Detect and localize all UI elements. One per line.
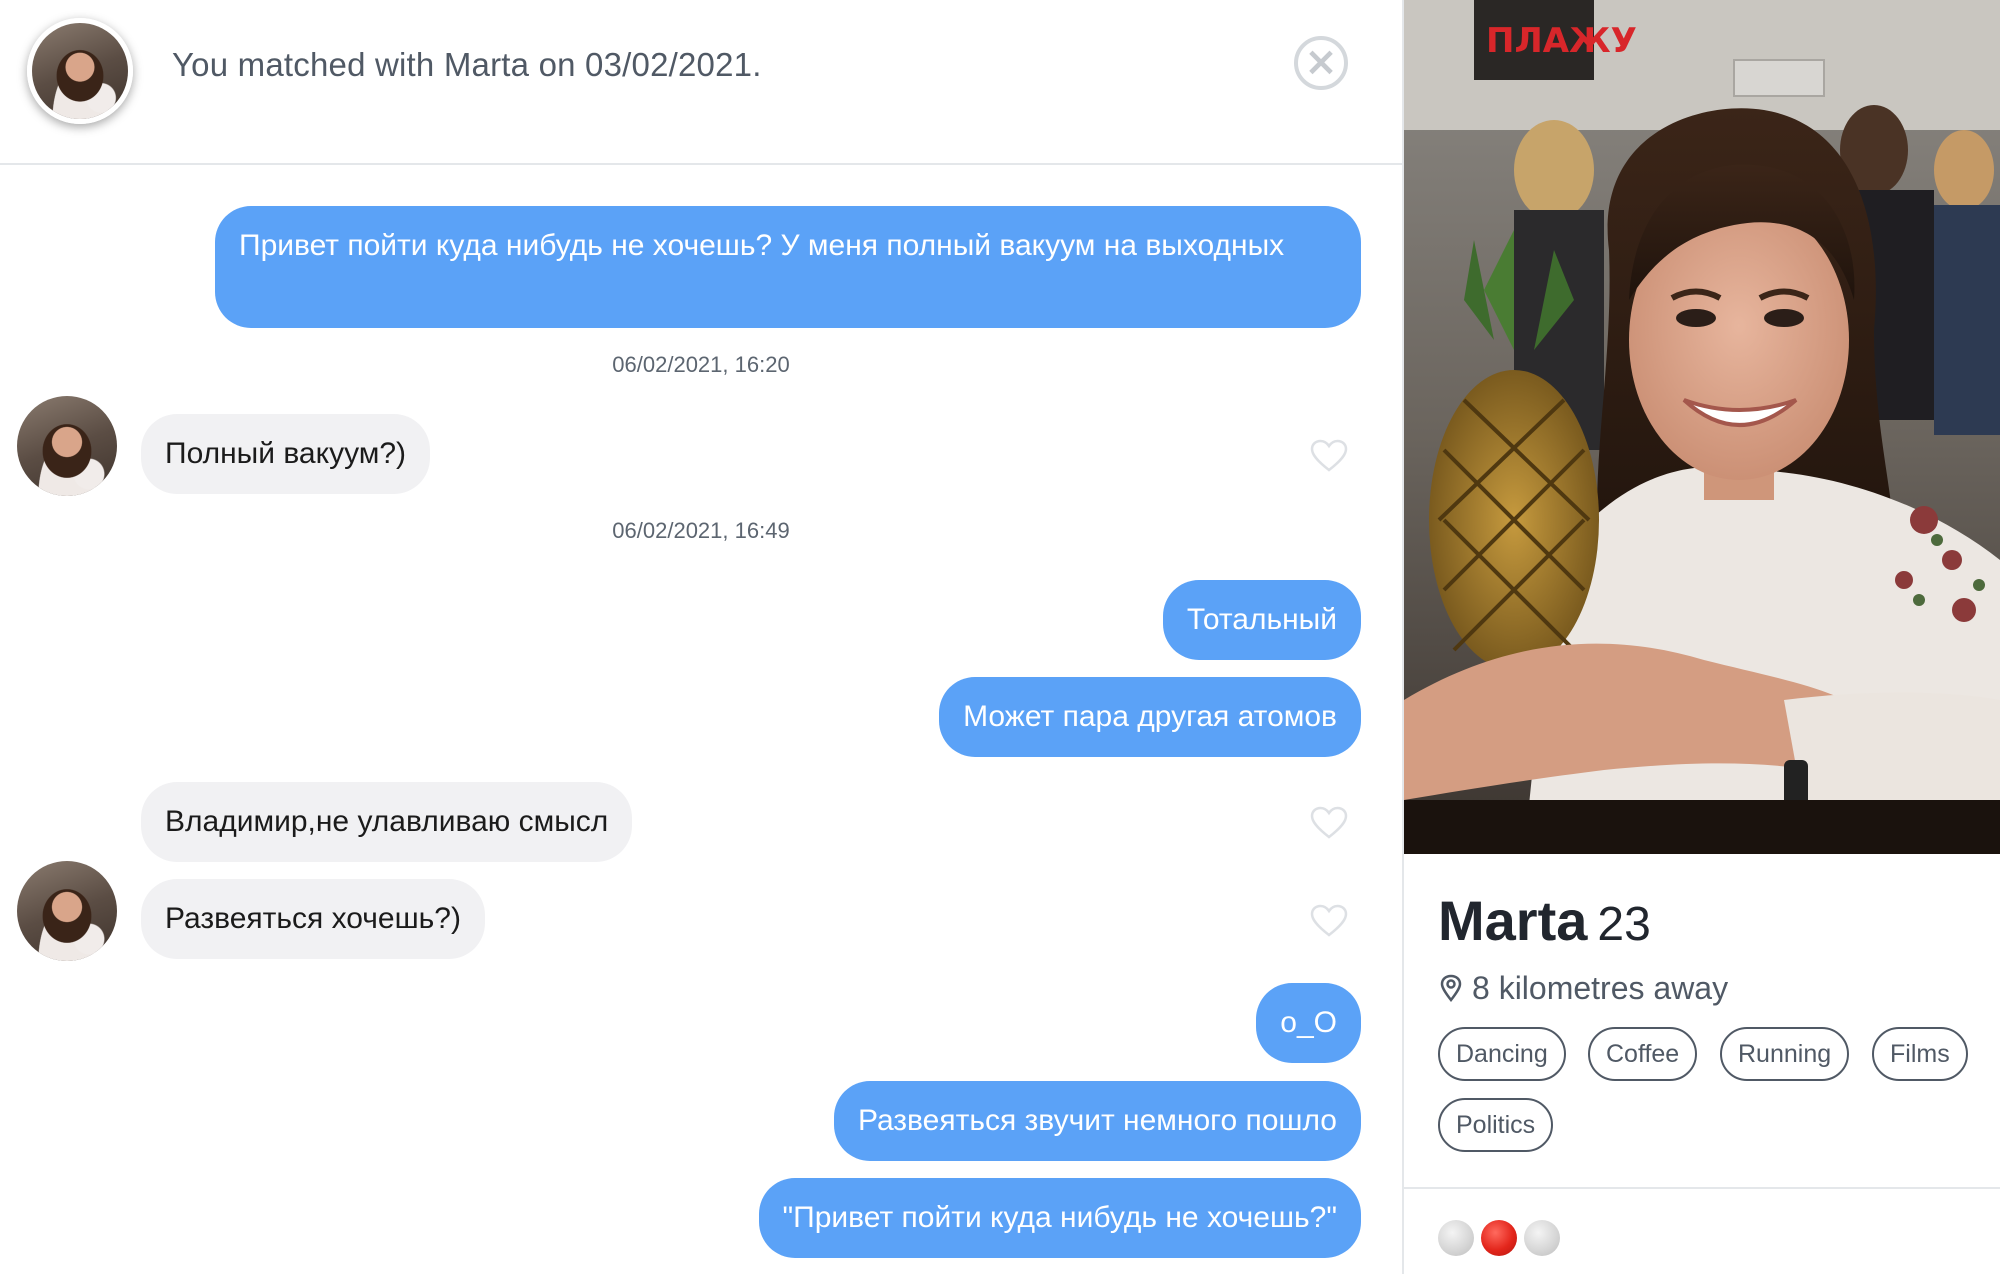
divider xyxy=(1404,1187,2000,1189)
distance-text: 8 kilometres away xyxy=(1472,970,1729,1006)
message-bubble-incoming[interactable]: Полный вакуум?) xyxy=(141,414,431,494)
message-timestamp: 06/02/2021, 16:49 xyxy=(612,518,790,543)
interest-tag-dancing: Dancing xyxy=(1438,1027,1566,1081)
match-avatar-small[interactable] xyxy=(17,861,117,961)
profile-photo-image: ПЛАЖУ xyxy=(1404,0,2000,854)
photo-pager-dot-active[interactable] xyxy=(1481,1220,1517,1256)
message-bubble-incoming[interactable]: Владимир,не улавливаю смысл xyxy=(141,782,633,862)
like-heart-icon[interactable] xyxy=(1310,806,1348,840)
close-icon[interactable]: × xyxy=(1294,36,1348,90)
profile-age: 23 xyxy=(1597,898,1651,951)
message-text: Развеяться хочешь?) xyxy=(165,902,461,935)
message-text: "Привет пойти куда нибудь не хочешь?" xyxy=(782,1201,1337,1234)
interest-tag-politics: Politics xyxy=(1438,1098,1554,1152)
avatar-photo xyxy=(17,861,117,961)
message-text: Развеяться звучит немного пошло xyxy=(857,1104,1337,1137)
interest-tag-coffee: Coffee xyxy=(1588,1027,1698,1081)
chat-panel: You matched with Marta on 03/02/2021. × … xyxy=(0,0,1402,1274)
photo-pager-dot[interactable] xyxy=(1438,1220,1474,1256)
like-heart-icon[interactable] xyxy=(1310,904,1348,938)
message-bubble-outgoing[interactable]: Тотальный xyxy=(1162,580,1361,660)
message-bubble-incoming[interactable]: Развеяться хочешь?) xyxy=(141,879,485,959)
message-text: Может пара другая атомов xyxy=(963,700,1337,733)
message-bubble-outgoing[interactable]: Привет пойти куда нибудь не хочешь? У ме… xyxy=(215,206,1361,328)
profile-photo[interactable]: ПЛАЖУ xyxy=(1404,0,2000,854)
message-bubble-outgoing[interactable]: Может пара другая атомов xyxy=(939,677,1361,757)
message-bubble-outgoing[interactable]: Развеяться звучит немного пошло xyxy=(833,1081,1361,1161)
interest-tag-films: Films xyxy=(1872,1027,1968,1081)
avatar-photo xyxy=(32,23,128,119)
match-avatar-small[interactable] xyxy=(17,396,117,496)
profile-panel: ПЛАЖУ Marta 23 8 kilometres away Dancing… xyxy=(1402,0,2000,1274)
message-text: o_O xyxy=(1280,1006,1337,1039)
match-avatar[interactable] xyxy=(27,18,133,124)
profile-name-row: Marta 23 xyxy=(1438,888,1651,953)
avatar-photo xyxy=(17,396,117,496)
like-heart-icon[interactable] xyxy=(1310,439,1348,473)
message-bubble-outgoing[interactable]: o_O xyxy=(1256,983,1361,1063)
profile-name: Marta xyxy=(1438,889,1588,952)
photo-pager-dot[interactable] xyxy=(1524,1220,1560,1256)
message-text: Привет пойти куда нибудь не хочешь? У ме… xyxy=(239,229,1285,262)
location-pin-icon xyxy=(1440,974,1462,1003)
match-conversation-screen: You matched with Marta on 03/02/2021. × … xyxy=(0,0,2000,1274)
message-text: Полный вакуум?) xyxy=(165,437,407,470)
message-timestamp: 06/02/2021, 16:20 xyxy=(612,352,790,377)
photo-sign-text: ПЛАЖУ xyxy=(1486,21,1637,61)
message-text: Владимир,не улавливаю смысл xyxy=(165,805,609,838)
profile-distance: 8 kilometres away xyxy=(1440,970,1728,1007)
message-bubble-outgoing[interactable]: "Привет пойти куда нибудь не хочешь?" xyxy=(758,1178,1361,1258)
match-header: You matched with Marta on 03/02/2021. × xyxy=(0,0,1402,165)
interest-tag-running: Running xyxy=(1720,1027,1850,1081)
message-text: Тотальный xyxy=(1186,603,1337,636)
match-date-text: You matched with Marta on 03/02/2021. xyxy=(172,46,762,83)
